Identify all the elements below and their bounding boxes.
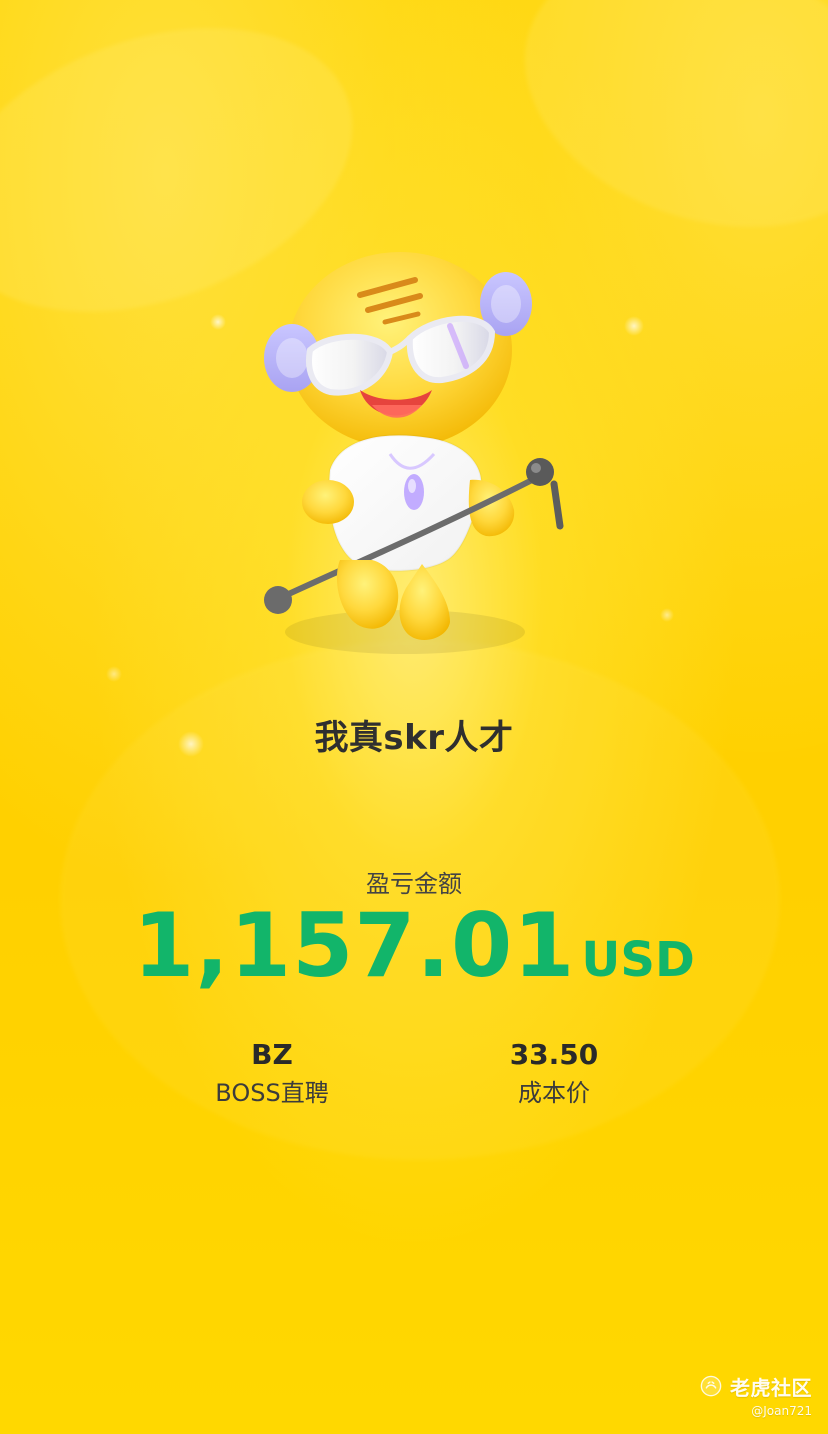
sparkle bbox=[624, 316, 644, 336]
tiger-community-logo-icon bbox=[700, 1375, 722, 1397]
pnl-value: 1,157.01 USD bbox=[0, 902, 828, 990]
watermark-user: @Joan721 bbox=[751, 1404, 812, 1418]
sparkle bbox=[660, 608, 674, 622]
pnl-amount: 1,157.01 bbox=[133, 894, 576, 997]
watermark-brand: 老虎社区 bbox=[730, 1375, 812, 1400]
watermark: 老虎社区 @Joan721 bbox=[652, 1370, 812, 1426]
stat-cost-label: 成本价 bbox=[518, 1079, 590, 1107]
sparkle bbox=[210, 314, 226, 330]
stat-cost-value: 33.50 bbox=[509, 1038, 599, 1071]
tiger-mascot-singing-icon bbox=[240, 240, 580, 660]
pnl-currency: USD bbox=[581, 932, 695, 988]
stat-cost: 33.50 成本价 bbox=[444, 1036, 664, 1110]
watermark-brand-row: 老虎社区 bbox=[652, 1370, 812, 1402]
stat-symbol-label: BOSS直聘 bbox=[215, 1079, 329, 1107]
stat-symbol: BZ BOSS直聘 bbox=[162, 1036, 382, 1110]
page-title: 我真skr人才 bbox=[314, 718, 514, 758]
stat-symbol-value: BZ bbox=[251, 1038, 293, 1071]
sparkle bbox=[106, 666, 122, 682]
